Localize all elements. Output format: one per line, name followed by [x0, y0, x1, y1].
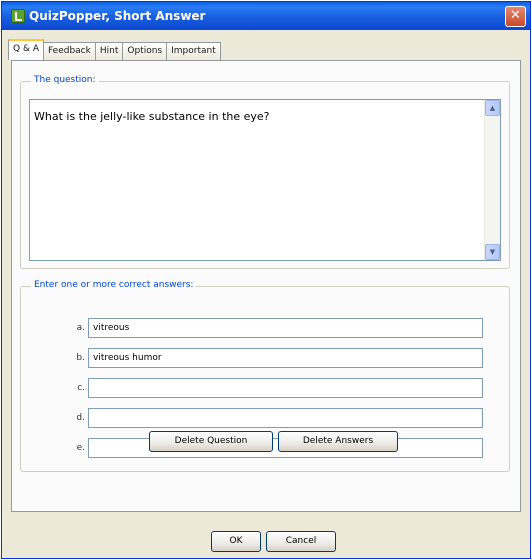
scroll-up-arrow-icon[interactable]: ▲	[485, 100, 500, 116]
ok-button[interactable]: OK	[211, 531, 261, 552]
answer-letter: e.	[76, 443, 85, 453]
question-legend: The question:	[31, 75, 99, 85]
tab-strip: Q & A Feedback Hint Options Important	[8, 39, 221, 60]
dialog-window: QuizPopper, Short Answer ✕ Q & A Feedbac…	[1, 1, 531, 559]
answer-row-c: c.	[21, 378, 509, 400]
answer-letter: b.	[76, 353, 85, 363]
answer-row-a: a. vitreous	[21, 318, 509, 340]
scroll-down-arrow-icon[interactable]: ▼	[485, 244, 500, 260]
tab-options[interactable]: Options	[122, 42, 168, 60]
close-button[interactable]: ✕	[505, 6, 526, 27]
app-icon	[11, 9, 25, 23]
answer-letter: d.	[76, 413, 85, 423]
answer-row-d: d.	[21, 408, 509, 430]
tab-q-and-a[interactable]: Q & A	[8, 39, 44, 60]
delete-answers-button[interactable]: Delete Answers	[278, 431, 398, 452]
answer-field-c[interactable]	[88, 378, 483, 398]
delete-question-button[interactable]: Delete Question	[149, 431, 273, 452]
question-scrollbar[interactable]: ▲ ▼	[484, 100, 500, 260]
cancel-button[interactable]: Cancel	[266, 531, 336, 552]
title-bar[interactable]: QuizPopper, Short Answer ✕	[2, 2, 530, 30]
answer-letter: a.	[76, 323, 85, 333]
window-title: QuizPopper, Short Answer	[29, 9, 206, 23]
tab-hint[interactable]: Hint	[94, 42, 124, 60]
tab-important[interactable]: Important	[166, 42, 221, 60]
answer-letter: c.	[77, 383, 85, 393]
question-group: The question: What is the jelly-like sub…	[20, 75, 510, 269]
answers-legend: Enter one or more correct answers:	[31, 280, 197, 290]
question-text: What is the jelly-like substance in the …	[34, 110, 270, 123]
answer-field-b[interactable]: vitreous humor	[88, 348, 483, 368]
answer-field-a[interactable]: vitreous	[88, 318, 483, 338]
tab-feedback[interactable]: Feedback	[42, 42, 96, 60]
answer-field-d[interactable]	[88, 408, 483, 428]
answer-row-b: b. vitreous humor	[21, 348, 509, 370]
question-textarea[interactable]: What is the jelly-like substance in the …	[29, 99, 501, 261]
